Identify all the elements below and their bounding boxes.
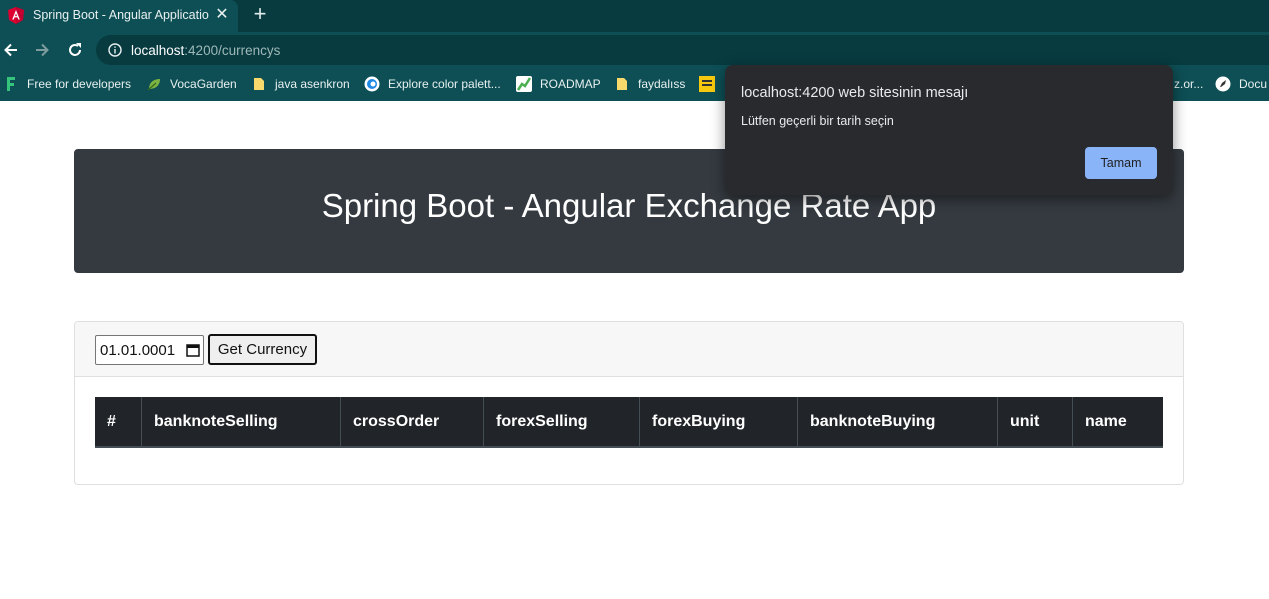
column-header-name: name <box>1085 413 1127 430</box>
info-icon[interactable] <box>108 43 122 57</box>
column-header-forex-selling: forexSelling <box>484 397 640 446</box>
folder-icon <box>254 78 264 90</box>
column-header-unit: unit <box>998 397 1073 446</box>
browser-tab[interactable]: Spring Boot - Angular Application ✕ <box>0 0 238 32</box>
rocket-icon <box>1215 76 1231 92</box>
currency-card: 01.01.0001 Get Currency # banknoteSellin… <box>74 321 1184 485</box>
date-input[interactable]: 01.01.0001 <box>95 335 204 365</box>
column-header-banknote-selling: banknoteSelling <box>142 397 341 446</box>
column-header-cross-order: crossOrder <box>341 397 484 446</box>
bookmark-yellow-site[interactable] <box>699 75 723 93</box>
alert-dialog: localhost:4200 web sitesinin mesajı Lütf… <box>725 65 1173 195</box>
bookmark-free-for-developers[interactable]: Free for developers <box>6 75 131 93</box>
bookmark-docu[interactable]: Docu <box>1215 75 1267 93</box>
dialog-message: Lütfen geçerli bir tarih seçin <box>741 114 894 128</box>
calendar-icon[interactable] <box>186 343 200 357</box>
reload-icon[interactable] <box>65 40 85 60</box>
leaf-icon <box>147 79 160 91</box>
yellow-logo-icon <box>699 76 715 92</box>
bookmark-roadmap[interactable]: ROADMAP <box>516 75 601 93</box>
forward-arrow-icon[interactable] <box>32 40 52 60</box>
browser-toolbar: localhost:4200/currencys <box>0 32 1269 68</box>
coolors-logo-icon <box>364 76 380 92</box>
f-logo-icon <box>7 77 15 91</box>
bookmark-vocagarden[interactable]: VocaGarden <box>146 75 237 93</box>
column-header-index: # <box>95 397 142 446</box>
address-bar[interactable]: localhost:4200/currencys <box>96 35 1269 65</box>
currency-table-header: # banknoteSelling crossOrder forexSellin… <box>95 397 1163 448</box>
dialog-ok-button[interactable]: Tamam <box>1085 147 1157 179</box>
new-tab-button[interactable]: + <box>249 3 271 26</box>
bookmark-zor[interactable]: z.or... <box>1174 75 1203 93</box>
bookmark-folder-java-asenkron[interactable]: java asenkron <box>251 75 350 93</box>
url-text: localhost:4200/currencys <box>131 43 281 58</box>
date-value: 01.01.0001 <box>100 342 176 359</box>
bookmark-explore-color-palettes[interactable]: Explore color palett... <box>364 75 501 93</box>
roadmap-icon <box>516 76 532 92</box>
column-header-banknote-buying: banknoteBuying <box>798 397 998 446</box>
tab-strip: Spring Boot - Angular Application ✕ + <box>0 0 1269 32</box>
get-currency-button[interactable]: Get Currency <box>208 334 317 365</box>
back-arrow-icon[interactable] <box>1 40 21 60</box>
card-header: 01.01.0001 Get Currency <box>75 322 1183 377</box>
column-header-forex-buying: forexBuying <box>640 397 798 446</box>
tab-title: Spring Boot - Angular Application <box>33 8 209 22</box>
tab-close-icon[interactable]: ✕ <box>213 6 231 24</box>
dialog-title: localhost:4200 web sitesinin mesajı <box>741 85 969 101</box>
bookmark-folder-faydaliss[interactable]: faydalıss <box>614 75 685 93</box>
folder-icon <box>617 78 627 90</box>
angular-logo-icon <box>8 7 24 24</box>
